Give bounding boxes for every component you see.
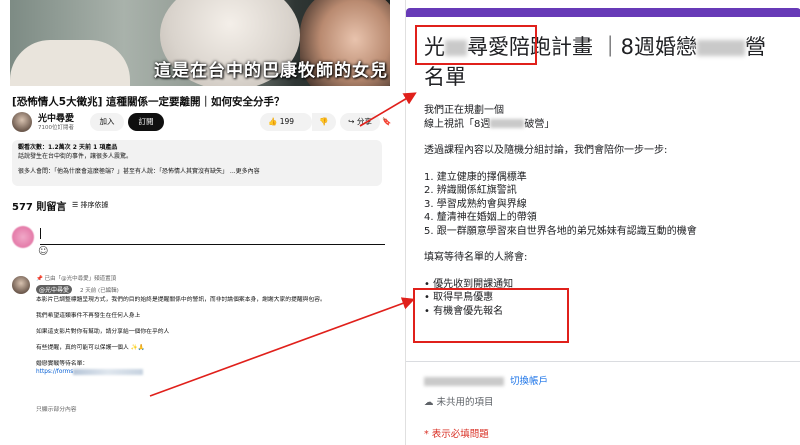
comment-time: 2 天前 (已編輯) — [80, 288, 119, 294]
required-note: * 表示必填問題 — [424, 429, 489, 440]
switch-account-link[interactable]: 切換帳戶 — [510, 376, 548, 387]
pinned-text: 已由「@光中尋愛」頻道置頂 — [44, 276, 117, 282]
video-title: [恐怖情人5大徵兆] 這種關係一定要離開｜如何安全分手？ — [12, 96, 285, 108]
description-box[interactable]: 觀看次數：1.2萬次 2 天前 1 項產品 話說發生在台中街的事件，讓很多人震驚… — [12, 140, 382, 186]
like-count: 199 — [279, 117, 295, 126]
join-button[interactable]: 加入 — [90, 113, 124, 131]
cloud-off-icon: ☁ — [424, 397, 434, 408]
share-button[interactable]: ↪ 分享 — [340, 113, 380, 131]
subscriber-count: 7100位訂閱者 — [38, 125, 74, 131]
step-item: 1. 建立健康的擇偶標準 — [424, 171, 527, 183]
signup-form: 光尋愛陪跑計畫 ｜8週婚戀營 名單 我們正在規劃一個 線上視訊「8週 破營」 透過… — [405, 0, 800, 445]
redacted-text — [490, 119, 525, 128]
comment-line: 婚戀實戰等待名單： — [36, 361, 89, 367]
like-button[interactable]: 👍 199 — [260, 113, 312, 131]
pin-icon: 📌 — [36, 276, 43, 282]
intro-line: 線上視訊「8週 破營」 — [424, 118, 794, 132]
step-item: 2. 辨識關係紅旗警訊 — [424, 185, 517, 196]
intro-part: 破營」 — [524, 118, 555, 130]
emoji-icon[interactable]: ☺ — [38, 246, 48, 257]
sort-button[interactable]: ☰ 排序依據 — [72, 200, 109, 210]
video-figure-left — [10, 40, 130, 86]
save-icon[interactable]: 🔖 — [382, 113, 392, 131]
comment-link-row: https://forms — [36, 368, 386, 376]
thumbs-down-icon: 👎 — [319, 117, 329, 126]
lead-line: 透過課程內容以及隨機分組討論，我們會陪你一步一步: — [424, 145, 668, 156]
step-item: 3. 學習成熟約會與界線 — [424, 198, 527, 210]
video-player[interactable]: 這是在台中的巴康牧師的女兒 — [10, 0, 390, 86]
comment-line: 有些提醒，真的可能可以保護一個人 ✨🙏 — [36, 345, 146, 351]
youtube-panel: 這是在台中的巴康牧師的女兒 [恐怖情人5大徵兆] 這種關係一定要離開｜如何安全分… — [0, 0, 392, 445]
comment-author-avatar[interactable] — [12, 276, 30, 294]
not-shared-label: 未共用的項目 — [436, 397, 494, 408]
dislike-button[interactable]: 👎 — [312, 113, 336, 131]
pinned-label: 📌 已由「@光中尋愛」頻道置頂 — [36, 274, 116, 282]
highlight-box-title — [415, 25, 537, 65]
comment-line: 如果這支影片對你有幫助，請分享給一個你在乎的人 — [36, 329, 170, 335]
intro-line: 我們正在規劃一個 — [424, 105, 504, 116]
account-row: 切換帳戶 — [424, 373, 548, 387]
channel-row: 光中尋愛 7100位訂閱者 加入 訂閱 👍 199 👎 ↪ 分享 🔖 — [12, 110, 392, 136]
description-line: 話說發生在台中街的事件，讓很多人震驚。 — [18, 153, 133, 160]
not-shared-row: ☁ 未共用的項目 — [424, 394, 494, 408]
waitlist-label: 填寫等待名單的人將會: — [424, 252, 528, 263]
redacted-text — [697, 40, 746, 56]
form-description: 我們正在規劃一個 線上視訊「8週 破營」 透過課程內容以及隨機分組討論，我們會陪你… — [424, 104, 794, 318]
step-item: 5. 跟一群願意學習來自世界各地的弟兄姊妹有認識互動的機會 — [424, 225, 697, 237]
highlight-box-benefits — [413, 288, 569, 343]
comment-line: 本影片已調整標題呈現方式，我們的目的始終是提醒關係中的警訊，而非討論個案本身，謝… — [36, 297, 326, 303]
user-avatar — [12, 226, 34, 248]
show-less-link[interactable]: 只顯示部分內容 — [36, 404, 77, 413]
text-cursor — [40, 228, 41, 239]
form-title-part: 營 — [745, 35, 767, 59]
comment-author[interactable]: @光中尋愛 — [36, 285, 73, 294]
form-link[interactable]: https://forms — [36, 369, 73, 375]
redacted-link — [73, 368, 144, 375]
redacted-email — [424, 377, 504, 386]
subscribe-button[interactable]: 訂閱 — [128, 113, 164, 131]
thumbs-up-icon: 👍 — [268, 117, 278, 126]
form-divider — [406, 361, 800, 362]
video-caption: 這是在台中的巴康牧師的女兒 — [154, 61, 388, 81]
share-icon: ↪ — [348, 117, 355, 126]
comment-line: 我們希望這類事件不再發生在任何人身上 — [36, 313, 141, 319]
channel-avatar[interactable] — [12, 112, 32, 132]
share-label: 分享 — [356, 117, 372, 126]
sort-label: 排序依據 — [80, 201, 109, 209]
intro-part: 線上視訊「8週 — [424, 118, 491, 130]
form-title-line2: 名單 — [424, 65, 466, 89]
comment-body: 本影片已調整標題呈現方式，我們的目的始終是提醒關係中的警訊，而非討論個案本身，謝… — [36, 296, 386, 376]
description-stats: 觀看次數：1.2萬次 2 天前 1 項產品 — [18, 144, 118, 151]
step-item: 4. 釐清神在婚姻上的帶領 — [424, 212, 537, 223]
comment-input[interactable] — [40, 242, 385, 245]
form-accent-bar — [406, 8, 800, 17]
description-line: 很多人會問：「他為什麼會這麼極端？」甚至有人說：「恐怖情人其實沒有缺失」 ...… — [18, 168, 260, 175]
sort-icon: ☰ — [72, 201, 79, 209]
comment-count: 577 則留言 — [12, 202, 67, 213]
